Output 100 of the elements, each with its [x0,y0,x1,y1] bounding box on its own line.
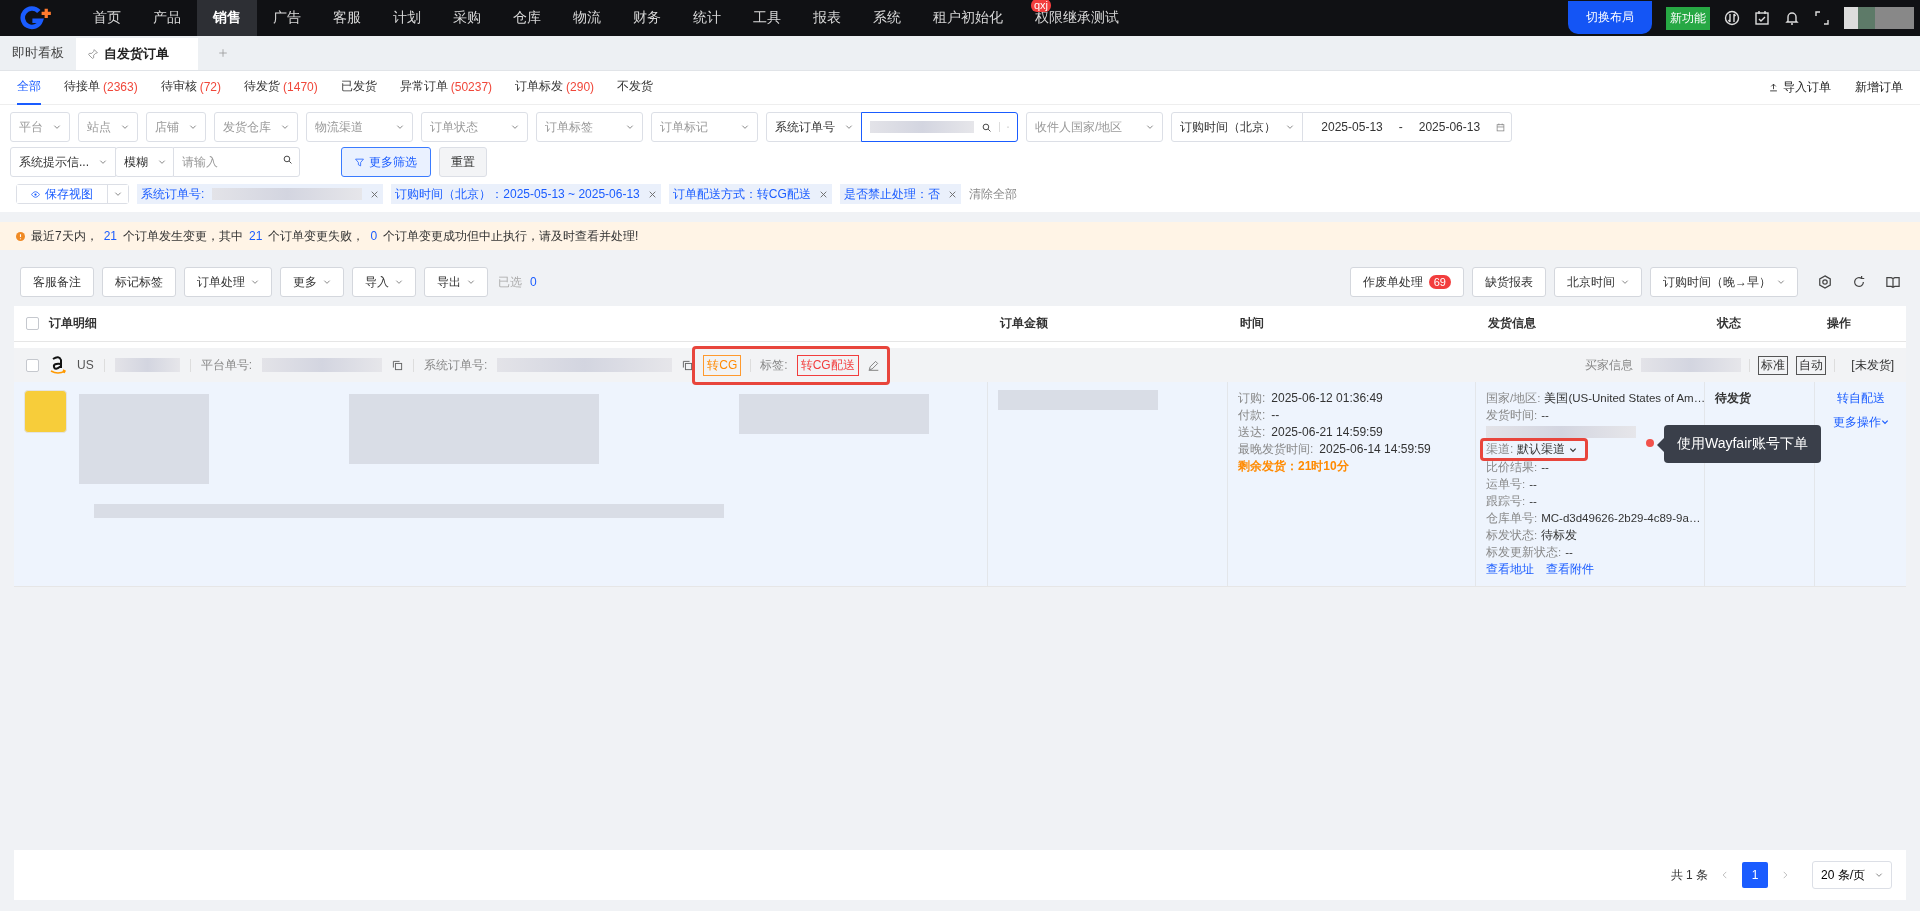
close-icon[interactable] [818,189,828,199]
product-image [24,390,67,433]
copy-icon[interactable] [682,359,694,371]
start-date[interactable]: 2025-05-13 [1321,120,1383,134]
page-tab[interactable]: 自发货订单 [76,38,198,70]
action-link[interactable]: 转自配送 [1836,390,1885,407]
nav-item[interactable]: 计划 [377,0,437,36]
filter-chip[interactable]: 系统订单号: [137,184,384,204]
flag-tag: 转CG [703,354,742,376]
site-code: US [77,358,94,372]
page-button[interactable]: 1 [1742,862,1768,888]
nav-item[interactable]: 租户初始化 [917,0,1019,36]
filter-icon [355,157,364,167]
avatar[interactable] [1844,7,1914,29]
caret-icon [395,278,403,286]
notification-icon[interactable] [1784,10,1800,26]
more-filters-button[interactable]: 更多筛选 [341,147,431,177]
nav-item[interactable]: 报表 [797,0,857,36]
search-icon[interactable] [283,155,292,164]
status-tab[interactable]: 订单标发 (290) [515,70,595,105]
clear-all-link[interactable]: 清除全部 [968,185,1017,203]
toolbar-button[interactable]: 标记标签 [102,267,176,297]
toolbar-button[interactable]: 作废单处理 69 [1349,267,1464,297]
new-order-link[interactable]: 新增订单 [1855,79,1903,96]
nav-item[interactable]: 工具 [737,0,797,36]
checkbox[interactable] [26,358,39,372]
link[interactable]: 查看地址 [1486,561,1534,578]
toolbar-button[interactable]: 订单处理 [184,267,272,297]
fullscreen-icon[interactable] [1814,10,1830,26]
nav-item[interactable]: 产品 [137,0,197,36]
close-icon[interactable] [647,189,657,199]
warning-icon [16,231,25,241]
nav-item[interactable]: 广告 [257,0,317,36]
column-header: 时间 [1240,315,1264,332]
nav-item[interactable]: 采购 [437,0,497,36]
switch-layout-button[interactable]: 切换布局 [1568,1,1652,34]
order-status: 待发货 [1715,390,1752,407]
channel-select[interactable]: 渠道: 默认渠道 [1480,438,1589,461]
calendar-check-icon[interactable] [1754,10,1770,26]
toolbar-button[interactable]: 北京时间 [1554,267,1642,297]
toolbar-button[interactable]: 导出 [424,267,488,297]
status-tab[interactable]: 待发货 (1470) [244,70,318,105]
status-tab[interactable]: 已发货 [340,70,377,105]
filter-chip[interactable]: 订单配送方式：转CG配送 [668,184,832,204]
nav-item[interactable]: 系统 [857,0,917,36]
toolbar-button[interactable]: 更多 [280,267,344,297]
save-view-button[interactable]: 保存视图 [17,185,108,203]
caret-icon [1569,445,1578,454]
toolbar-button[interactable]: 客服备注 [20,267,94,297]
checkbox[interactable] [26,317,39,330]
select-field[interactable]: 订购时间（北京） [1171,112,1304,142]
filter-chip[interactable]: 是否禁止处理：否 [839,184,961,204]
nav-item[interactable]: 客服 [317,0,377,36]
shipping-field: 标发更新状态: -- [1486,544,1573,561]
mode-tag: 标准 [1758,355,1789,375]
close-icon[interactable] [370,189,380,199]
toolbar-button[interactable]: 导入 [352,267,416,297]
shipping-field: 仓库单号: MC-d3d49626-2b29-4c89-9a… [1486,510,1701,527]
refresh-icon[interactable] [1852,275,1866,289]
book-icon[interactable] [1886,275,1900,289]
select-field[interactable]: 系统订单号 [766,112,862,142]
shipping-field: 跟踪号: -- [1486,493,1537,510]
close-icon[interactable] [947,189,957,199]
select-field[interactable]: 系统提示信... [10,147,116,177]
toolbar-button[interactable]: 缺货报表 [1472,267,1546,297]
upload-icon [1769,83,1778,92]
status-tab[interactable]: 待审核 (72) [160,70,222,105]
column-header: 订单明细 [49,315,97,332]
time-field: 付款: -- [1238,407,1465,424]
nav-item[interactable]: 销售 [197,0,257,36]
page-tab[interactable]: 即时看板 [0,35,76,70]
end-date[interactable]: 2025-06-13 [1418,120,1481,134]
nav-item[interactable]: 物流 [557,0,617,36]
toolbar-button[interactable]: 订购时间（晚→早） [1650,267,1798,297]
nav-item[interactable]: 仓库 [497,0,557,36]
status-tab[interactable]: 不发货 [617,70,654,105]
settings-icon[interactable] [1818,275,1832,289]
filter-chip[interactable]: 订购时间（北京）：2025-05-13 ~ 2025-06-13 [391,184,661,204]
search-icon[interactable] [982,122,991,132]
nav-item[interactable]: 统计 [677,0,737,36]
copy-icon[interactable] [392,359,403,371]
caret-icon [511,123,519,131]
import-orders-link[interactable]: 导入订单 [1769,79,1831,96]
page-size-select[interactable]: 20 条/页 [1812,861,1892,889]
caret-icon [1286,123,1295,131]
status-tab[interactable]: 异常订单 (50237) [399,70,493,105]
transfer-icon[interactable] [1724,10,1740,26]
link[interactable]: 查看附件 [1546,561,1594,578]
action-link[interactable]: 更多操作 [1832,414,1889,431]
nav-item[interactable]: 首页 [77,0,137,36]
select-field[interactable]: 模糊 [115,147,175,177]
nav-item[interactable]: 权限继承测试 qxj [1019,0,1135,36]
edit-icon[interactable] [867,359,879,371]
reset-button[interactable]: 重置 [439,147,487,177]
redacted-value [114,358,180,372]
nav-item[interactable]: 财务 [617,0,677,36]
shipping-field: 国家/地区: 美国(US-United States of Am… [1486,390,1706,407]
search-field[interactable] [861,112,1018,142]
status-tab[interactable]: 待接单 (2363) [64,70,138,105]
time-field: 订购: 2025-06-12 01:36:49 [1238,390,1465,407]
